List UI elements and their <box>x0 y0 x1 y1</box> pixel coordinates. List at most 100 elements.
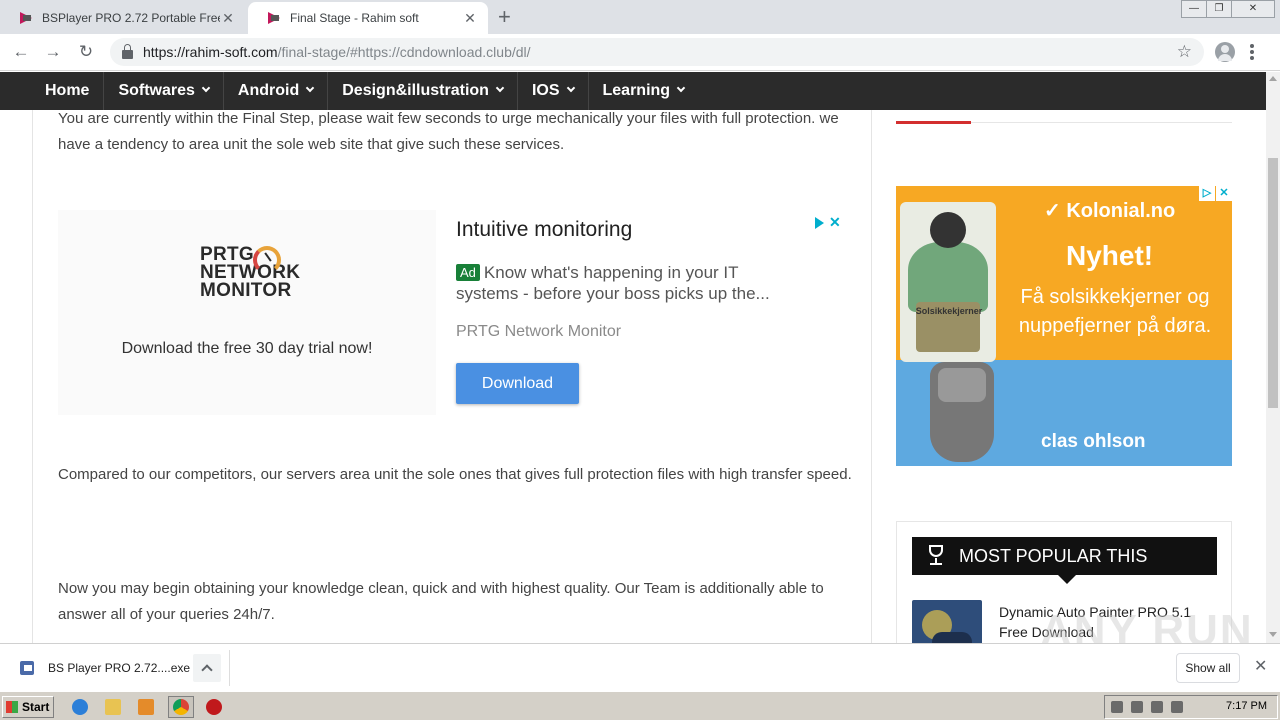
intro-paragraph: You are currently within the Final Step,… <box>58 110 839 153</box>
chrome-taskbar-button[interactable] <box>168 696 194 718</box>
popular-item-thumbnail[interactable] <box>912 600 982 643</box>
ad-description: Ad Know what's happening in your IT syste… <box>456 262 796 304</box>
banner-subtext: Få solsikkekjerner og nuppefjerner på dø… <box>1018 286 1212 337</box>
site-nav: Home Softwares Android Design&illustrati… <box>0 72 1266 110</box>
ad-badge: Ad <box>456 264 480 281</box>
lint-remover-image <box>930 362 994 462</box>
tab-close-icon[interactable]: ✕ <box>220 10 236 27</box>
banner-brand: ✓ Kolonial.no <box>1044 200 1176 222</box>
nav-label: Android <box>237 82 300 99</box>
windows-taskbar: Start 7:17 PM <box>0 691 1280 720</box>
url-path: /final-stage/#https://cdndownload.club/d… <box>277 44 531 60</box>
browser-toolbar: ← → ↻ https://rahim-soft.com/final-stage… <box>0 34 1280 71</box>
ad-close-icon[interactable]: ✕ <box>1216 186 1232 201</box>
ad-trial-text: Download the free 30 day trial now! <box>121 340 373 357</box>
nav-android[interactable]: Android <box>224 72 329 110</box>
nav-ios[interactable]: IOS <box>518 72 589 110</box>
bookmark-star-icon[interactable]: ☆ <box>1177 42 1192 62</box>
adchoices-icon[interactable] <box>815 216 824 229</box>
chevron-down-icon <box>201 83 211 93</box>
media-player-icon[interactable] <box>138 699 154 715</box>
system-tray: 7:17 PM <box>1104 695 1278 719</box>
ad-close-icon[interactable]: ✕ <box>829 214 841 231</box>
network-icon[interactable] <box>1131 701 1143 713</box>
banner-footer: clas ohlson <box>1041 431 1146 452</box>
download-item[interactable]: BS Player PRO 2.72....exe <box>12 650 230 686</box>
nav-label: Learning <box>602 82 671 99</box>
close-window-button[interactable]: ✕ <box>1231 0 1275 18</box>
site-favicon-icon <box>20 11 34 25</box>
nav-label: Softwares <box>118 82 195 99</box>
tab-bsplayer[interactable]: BSPlayer PRO 2.72 Portable Free Do ✕ <box>0 2 246 34</box>
chevron-down-icon <box>495 83 505 93</box>
nav-label: IOS <box>531 82 560 99</box>
flag-icon[interactable] <box>1171 701 1183 713</box>
bag-label: Solsikkekjerner <box>915 306 983 316</box>
tab-title: Final Stage - Rahim soft <box>290 11 419 25</box>
exe-file-icon <box>20 659 38 677</box>
nav-label: Home <box>45 82 90 99</box>
nav-label: Design&illustration <box>342 82 489 99</box>
tab-close-icon[interactable]: ✕ <box>462 10 478 27</box>
browser-menu-icon[interactable] <box>1250 44 1254 62</box>
tab-strip: BSPlayer PRO 2.72 Portable Free Do ✕ Fin… <box>0 0 1280 34</box>
profile-avatar-icon[interactable] <box>1215 42 1235 62</box>
chevron-up-icon[interactable] <box>193 654 221 682</box>
scroll-down-arrow-icon[interactable] <box>1269 632 1277 637</box>
nav-softwares[interactable]: Softwares <box>104 72 224 110</box>
sidebar-divider-accent <box>896 121 971 124</box>
internet-explorer-icon[interactable] <box>72 699 88 715</box>
adchoices[interactable]: ✕ <box>815 214 841 231</box>
download-shelf: BS Player PRO 2.72....exe Show all ✕ <box>0 643 1280 691</box>
minimize-button[interactable]: — <box>1181 0 1207 18</box>
start-button[interactable]: Start <box>2 696 54 718</box>
most-popular-heading: MOST POPULAR THIS MONTH <box>912 537 1217 604</box>
article-column: You are currently within the Final Step,… <box>32 110 872 643</box>
page-scrollbar[interactable] <box>1266 72 1280 643</box>
team-paragraph: Now you may begin obtaining your knowled… <box>58 580 824 623</box>
nav-design-illustration[interactable]: Design&illustration <box>328 72 518 110</box>
new-tab-button[interactable]: + <box>498 6 511 28</box>
back-arrow-icon[interactable]: ← <box>11 42 31 62</box>
banner-adchoices[interactable]: ▷ ✕ <box>1198 186 1232 201</box>
clock: 7:17 PM <box>1226 700 1267 712</box>
stop-icon[interactable] <box>206 699 222 715</box>
tab-title: BSPlayer PRO 2.72 Portable Free Do <box>42 11 220 25</box>
ad-download-button[interactable]: Download <box>456 363 579 404</box>
ad-description-text: Know what's happening in your IT systems… <box>456 263 770 303</box>
page-content: You are currently within the Final Step,… <box>0 110 1266 643</box>
site-favicon-icon <box>268 11 282 25</box>
show-all-button[interactable]: Show all <box>1176 653 1240 683</box>
adchoices-icon[interactable]: ▷ <box>1199 186 1215 201</box>
gauge-icon <box>253 246 281 274</box>
close-shelf-icon[interactable]: ✕ <box>1254 656 1267 676</box>
folder-icon[interactable] <box>105 699 121 715</box>
scroll-thumb[interactable] <box>1268 158 1278 408</box>
most-popular-title: MOST POPULAR THIS MONTH <box>959 546 1148 604</box>
ad-headline[interactable]: Intuitive monitoring <box>456 218 632 242</box>
volume-icon[interactable] <box>1151 701 1163 713</box>
trophy-icon <box>924 545 948 567</box>
forward-arrow-icon[interactable]: → <box>43 42 63 62</box>
ad-image-panel[interactable]: PRTG NETWORK MONITOR Download the free 3… <box>58 210 436 415</box>
download-filename: BS Player PRO 2.72....exe <box>48 661 191 675</box>
ad-advertiser: PRTG Network Monitor <box>456 323 622 340</box>
scroll-up-arrow-icon[interactable] <box>1269 76 1277 81</box>
kolonial-banner-ad[interactable]: Solsikkekjerner ✓ Kolonial.no Nyhet! Få … <box>896 186 1232 466</box>
address-bar[interactable]: https://rahim-soft.com/final-stage/#http… <box>110 38 1204 66</box>
banner-headline: Nyhet! <box>1066 240 1154 271</box>
reload-icon[interactable]: ↻ <box>76 42 96 62</box>
prtg-ad[interactable]: PRTG NETWORK MONITOR Download the free 3… <box>58 210 848 415</box>
chevron-down-icon <box>306 83 315 93</box>
url-host: https://rahim-soft.com <box>143 44 278 60</box>
chevron-down-icon <box>676 83 686 93</box>
nav-learning[interactable]: Learning <box>589 72 699 110</box>
restore-button[interactable]: ❐ <box>1206 0 1232 18</box>
nav-home[interactable]: Home <box>31 72 105 110</box>
seed-bag-image <box>900 202 996 362</box>
tray-arrow-icon[interactable] <box>1111 701 1123 713</box>
tab-final-stage[interactable]: Final Stage - Rahim soft ✕ <box>248 2 488 34</box>
chevron-down-icon <box>566 83 575 93</box>
compare-paragraph: Compared to our competitors, our servers… <box>58 466 852 483</box>
window-controls: — ❐ ✕ <box>1181 0 1275 18</box>
